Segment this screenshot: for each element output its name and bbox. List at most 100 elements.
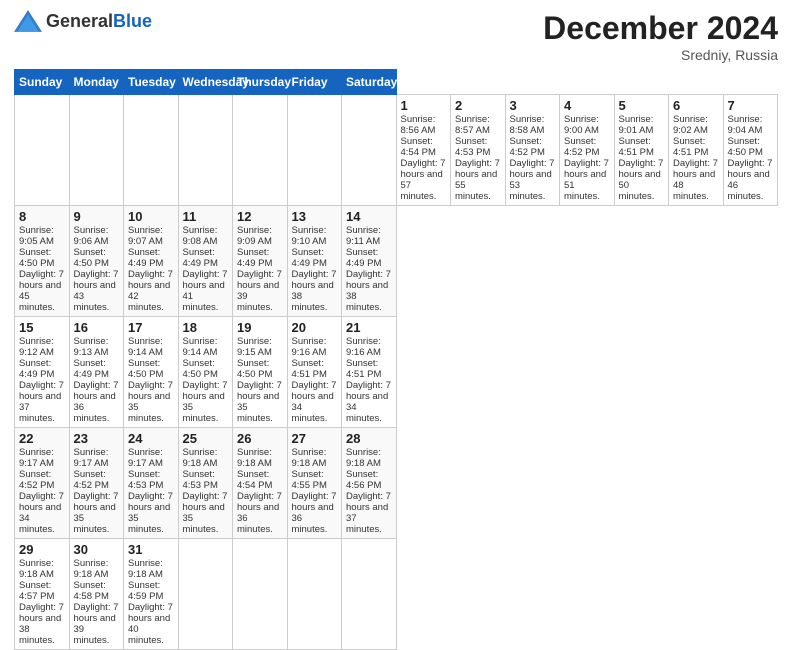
logo-icon <box>14 10 42 32</box>
table-row <box>342 95 397 206</box>
sunrise-text: Sunrise: 9:18 AM <box>237 447 272 469</box>
sunrise-text: Sunrise: 9:18 AM <box>292 447 327 469</box>
day-number: 22 <box>19 431 65 446</box>
sunset-text: Sunset: 4:49 PM <box>128 247 163 269</box>
table-row: 23 Sunrise: 9:17 AM Sunset: 4:52 PM Dayl… <box>69 428 124 539</box>
day-number: 9 <box>74 209 120 224</box>
sunrise-text: Sunrise: 9:18 AM <box>19 558 54 580</box>
daylight-text: Daylight: 7 hours and 35 minutes. <box>183 380 228 424</box>
daylight-text: Daylight: 7 hours and 41 minutes. <box>183 269 228 313</box>
col-thursday: Thursday <box>233 70 288 95</box>
table-row: 8 Sunrise: 9:05 AM Sunset: 4:50 PM Dayli… <box>15 206 70 317</box>
sunset-text: Sunset: 4:51 PM <box>292 358 327 380</box>
table-row: 22 Sunrise: 9:17 AM Sunset: 4:52 PM Dayl… <box>15 428 70 539</box>
sunrise-text: Sunrise: 9:18 AM <box>74 558 109 580</box>
day-number: 4 <box>564 98 610 113</box>
sunrise-text: Sunrise: 9:18 AM <box>346 447 381 469</box>
day-number: 28 <box>346 431 392 446</box>
sunrise-text: Sunrise: 9:17 AM <box>74 447 109 469</box>
header: GeneralBlue December 2024 Sredniy, Russi… <box>14 10 778 63</box>
sunrise-text: Sunrise: 9:16 AM <box>292 336 327 358</box>
day-number: 14 <box>346 209 392 224</box>
table-row: 1 Sunrise: 8:56 AM Sunset: 4:54 PM Dayli… <box>396 95 451 206</box>
sunrise-text: Sunrise: 9:17 AM <box>19 447 54 469</box>
sunrise-text: Sunrise: 9:14 AM <box>128 336 163 358</box>
sunset-text: Sunset: 4:52 PM <box>19 469 54 491</box>
sunrise-text: Sunrise: 9:00 AM <box>564 114 599 136</box>
table-row: 18 Sunrise: 9:14 AM Sunset: 4:50 PM Dayl… <box>178 317 233 428</box>
day-number: 26 <box>237 431 283 446</box>
sunrise-text: Sunrise: 9:12 AM <box>19 336 54 358</box>
day-number: 16 <box>74 320 120 335</box>
logo-blue: Blue <box>113 11 152 31</box>
day-number: 13 <box>292 209 338 224</box>
table-row: 21 Sunrise: 9:16 AM Sunset: 4:51 PM Dayl… <box>342 317 397 428</box>
sunset-text: Sunset: 4:58 PM <box>74 580 109 602</box>
table-row: 31 Sunrise: 9:18 AM Sunset: 4:59 PM Dayl… <box>124 539 179 650</box>
table-row <box>233 539 288 650</box>
sunset-text: Sunset: 4:52 PM <box>74 469 109 491</box>
sunset-text: Sunset: 4:49 PM <box>183 247 218 269</box>
table-row: 30 Sunrise: 9:18 AM Sunset: 4:58 PM Dayl… <box>69 539 124 650</box>
sunset-text: Sunset: 4:50 PM <box>128 358 163 380</box>
day-number: 1 <box>401 98 447 113</box>
sunset-text: Sunset: 4:54 PM <box>401 136 436 158</box>
sunrise-text: Sunrise: 8:56 AM <box>401 114 436 136</box>
sunset-text: Sunset: 4:50 PM <box>74 247 109 269</box>
daylight-text: Daylight: 7 hours and 36 minutes. <box>74 380 119 424</box>
sunset-text: Sunset: 4:50 PM <box>237 358 272 380</box>
sunrise-text: Sunrise: 9:10 AM <box>292 225 327 247</box>
day-number: 27 <box>292 431 338 446</box>
sunset-text: Sunset: 4:50 PM <box>728 136 763 158</box>
table-row: 28 Sunrise: 9:18 AM Sunset: 4:56 PM Dayl… <box>342 428 397 539</box>
day-number: 25 <box>183 431 229 446</box>
sunset-text: Sunset: 4:57 PM <box>19 580 54 602</box>
table-row: 29 Sunrise: 9:18 AM Sunset: 4:57 PM Dayl… <box>15 539 70 650</box>
day-number: 2 <box>455 98 501 113</box>
table-row: 27 Sunrise: 9:18 AM Sunset: 4:55 PM Dayl… <box>287 428 342 539</box>
daylight-text: Daylight: 7 hours and 35 minutes. <box>74 491 119 535</box>
logo-text: GeneralBlue <box>46 11 152 32</box>
sunset-text: Sunset: 4:49 PM <box>237 247 272 269</box>
daylight-text: Daylight: 7 hours and 53 minutes. <box>510 158 555 202</box>
day-number: 11 <box>183 209 229 224</box>
table-row <box>287 539 342 650</box>
sunset-text: Sunset: 4:55 PM <box>292 469 327 491</box>
table-row: 11 Sunrise: 9:08 AM Sunset: 4:49 PM Dayl… <box>178 206 233 317</box>
sunset-text: Sunset: 4:54 PM <box>237 469 272 491</box>
sunset-text: Sunset: 4:59 PM <box>128 580 163 602</box>
sunrise-text: Sunrise: 9:09 AM <box>237 225 272 247</box>
sunset-text: Sunset: 4:49 PM <box>346 247 381 269</box>
day-number: 24 <box>128 431 174 446</box>
sunset-text: Sunset: 4:53 PM <box>128 469 163 491</box>
sunrise-text: Sunrise: 9:15 AM <box>237 336 272 358</box>
daylight-text: Daylight: 7 hours and 37 minutes. <box>19 380 64 424</box>
day-number: 5 <box>619 98 665 113</box>
table-row: 12 Sunrise: 9:09 AM Sunset: 4:49 PM Dayl… <box>233 206 288 317</box>
sunrise-text: Sunrise: 9:06 AM <box>74 225 109 247</box>
sunrise-text: Sunrise: 9:11 AM <box>346 225 381 247</box>
month-title: December 2024 <box>543 10 778 47</box>
day-number: 30 <box>74 542 120 557</box>
sunset-text: Sunset: 4:49 PM <box>292 247 327 269</box>
table-row: 10 Sunrise: 9:07 AM Sunset: 4:49 PM Dayl… <box>124 206 179 317</box>
daylight-text: Daylight: 7 hours and 38 minutes. <box>346 269 391 313</box>
day-number: 6 <box>673 98 719 113</box>
table-row: 14 Sunrise: 9:11 AM Sunset: 4:49 PM Dayl… <box>342 206 397 317</box>
daylight-text: Daylight: 7 hours and 51 minutes. <box>564 158 609 202</box>
col-monday: Monday <box>69 70 124 95</box>
day-number: 3 <box>510 98 556 113</box>
daylight-text: Daylight: 7 hours and 36 minutes. <box>237 491 282 535</box>
calendar-week-row: 15 Sunrise: 9:12 AM Sunset: 4:49 PM Dayl… <box>15 317 778 428</box>
day-number: 17 <box>128 320 174 335</box>
daylight-text: Daylight: 7 hours and 37 minutes. <box>346 491 391 535</box>
sunrise-text: Sunrise: 9:04 AM <box>728 114 763 136</box>
table-row: 7 Sunrise: 9:04 AM Sunset: 4:50 PM Dayli… <box>723 95 778 206</box>
sunrise-text: Sunrise: 9:16 AM <box>346 336 381 358</box>
table-row <box>287 95 342 206</box>
col-saturday: Saturday <box>342 70 397 95</box>
table-row: 16 Sunrise: 9:13 AM Sunset: 4:49 PM Dayl… <box>69 317 124 428</box>
daylight-text: Daylight: 7 hours and 43 minutes. <box>74 269 119 313</box>
day-number: 20 <box>292 320 338 335</box>
sunrise-text: Sunrise: 9:02 AM <box>673 114 708 136</box>
